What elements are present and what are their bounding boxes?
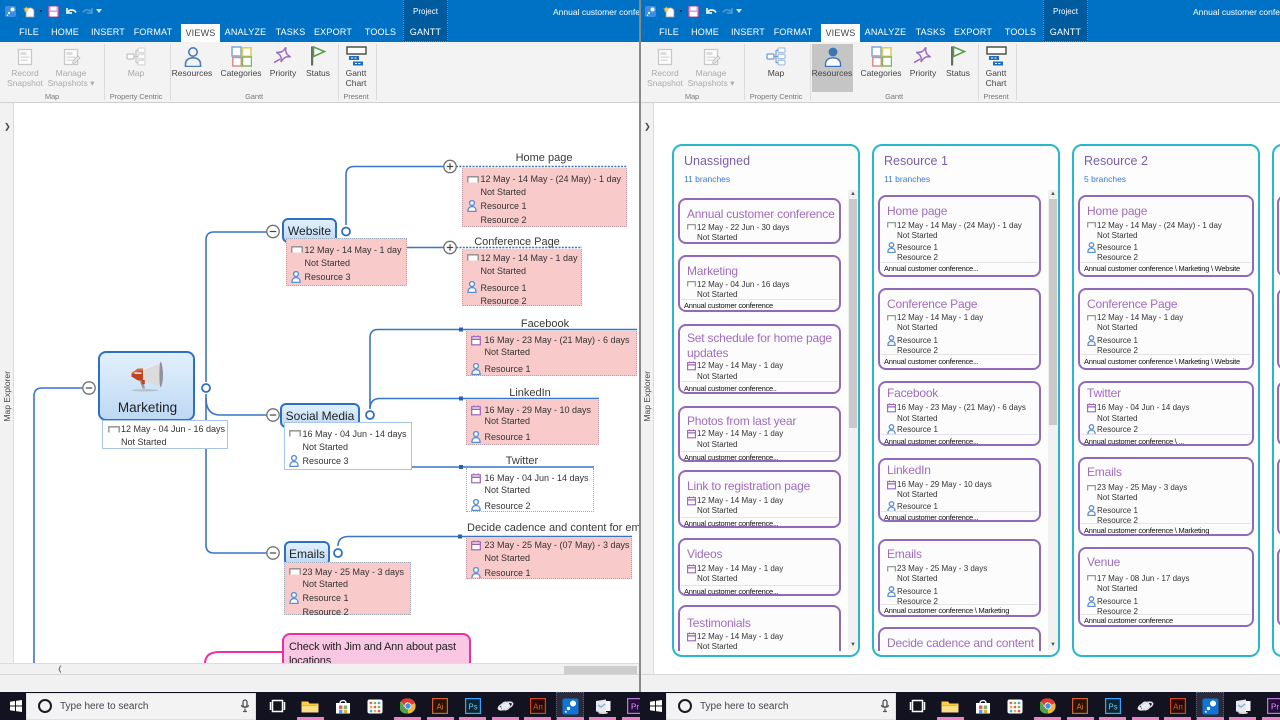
svg-text:An: An (533, 703, 543, 712)
svg-text:Ps: Ps (468, 703, 477, 712)
svg-text:Ai: Ai (436, 703, 443, 712)
svg-text:Pr: Pr (631, 703, 639, 712)
svg-text:Pr: Pr (1271, 703, 1279, 712)
svg-text:An: An (1173, 703, 1183, 712)
svg-text:Ai: Ai (1076, 703, 1083, 712)
svg-text:Ps: Ps (1108, 703, 1117, 712)
